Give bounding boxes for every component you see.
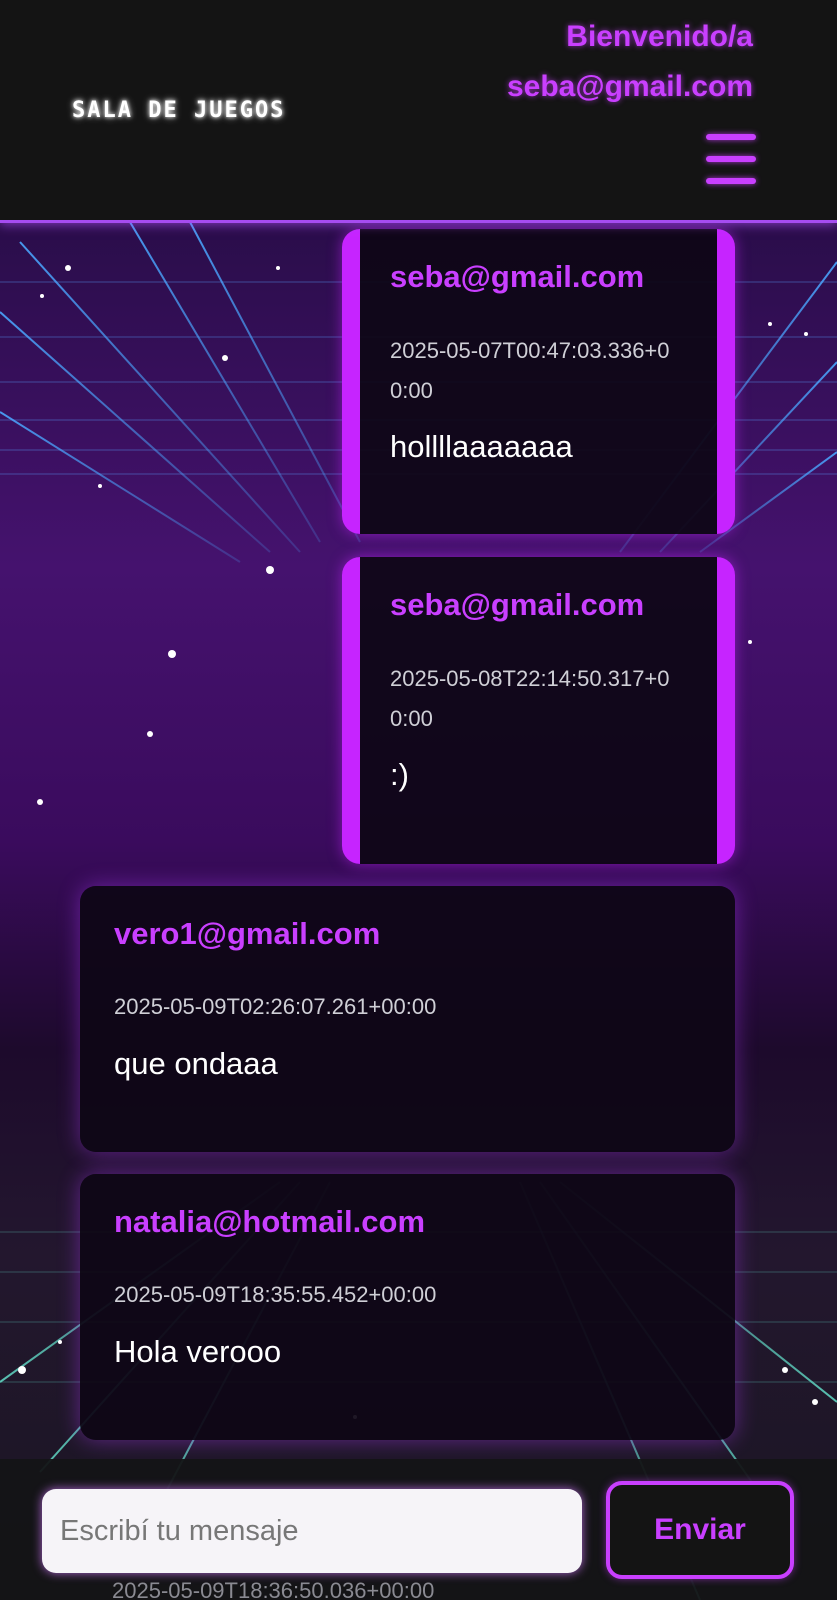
app-header: SALA DE JUEGOS Bienvenido/a seba@gmail.c… — [0, 0, 837, 223]
chat-message-other: natalia@hotmail.com 2025-05-09T18:35:55.… — [80, 1174, 735, 1440]
message-timestamp: 2025-05-08T22:14:50.317+00:00 — [390, 666, 670, 731]
message-text: :) — [390, 757, 409, 792]
send-button[interactable]: Enviar — [606, 1481, 794, 1579]
message-text: hollllaaaaaaa — [390, 429, 573, 464]
chat-page: SALA DE JUEGOS Bienvenido/a seba@gmail.c… — [0, 0, 837, 1600]
message-author: seba@gmail.com — [390, 259, 645, 294]
message-timestamp: 2025-05-09T18:35:55.452+00:00 — [114, 1282, 437, 1307]
message-text: que ondaaa — [114, 1046, 278, 1081]
message-timestamp: 2025-05-07T00:47:03.336+00:00 — [390, 338, 670, 403]
chat-message-other: vero1@gmail.com 2025-05-09T02:26:07.261+… — [80, 886, 735, 1152]
message-author: vero1@gmail.com — [114, 916, 381, 951]
message-author: natalia@hotmail.com — [114, 1204, 426, 1239]
message-timestamp: 2025-05-09T02:26:07.261+00:00 — [114, 994, 437, 1019]
welcome-label: Bienvenido/a — [566, 20, 753, 53]
message-author: seba@gmail.com — [390, 587, 645, 622]
message-text: Hola verooo — [114, 1334, 282, 1369]
message-timestamp: 2025-05-09T18:36:50.036+00:00 — [112, 1578, 435, 1600]
chat-message-own: seba@gmail.com 2025-05-08T22:14:50.317+0… — [342, 557, 735, 864]
message-input[interactable] — [42, 1489, 582, 1573]
user-email: seba@gmail.com — [506, 70, 753, 103]
chat-message-own: seba@gmail.com 2025-05-07T00:47:03.336+0… — [342, 229, 735, 534]
hamburger-menu-icon[interactable] — [704, 130, 758, 188]
app-logo[interactable]: SALA DE JUEGOS — [72, 98, 285, 123]
welcome-block: Bienvenido/a seba@gmail.com — [507, 12, 753, 112]
